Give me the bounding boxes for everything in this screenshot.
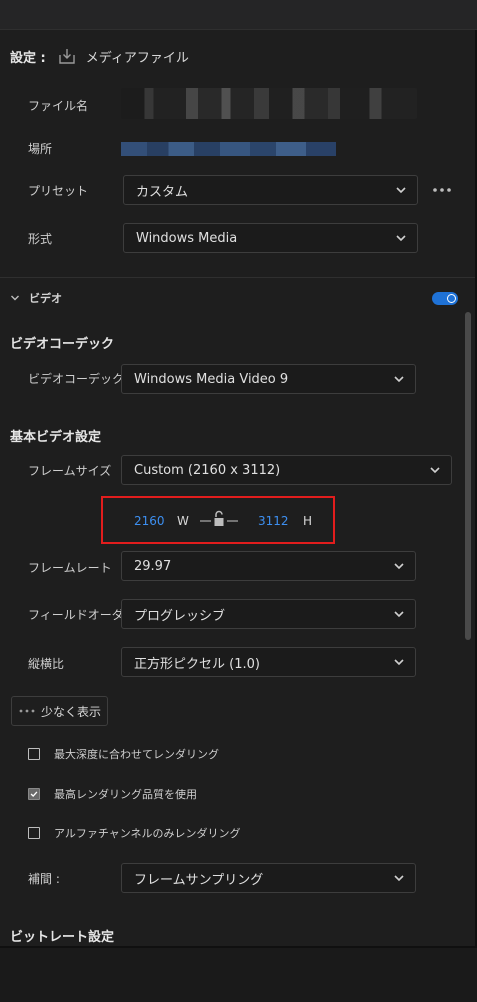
checkmark-icon [30, 791, 38, 798]
chevron-down-icon [394, 611, 404, 618]
preset-value: カスタム [136, 184, 189, 200]
chevron-down-icon [396, 235, 406, 242]
codec-label: ビデオコーデック [28, 372, 125, 386]
frame-rate-value: 29.97 [134, 558, 172, 574]
chevron-down-icon [396, 187, 406, 194]
format-label: 形式 [28, 232, 53, 246]
checkbox-max-quality[interactable]: 最高レンダリング品質を使用 [28, 786, 197, 802]
frame-size-value: Custom (2160 x 3112) [134, 462, 281, 478]
show-less-button[interactable]: 少なく表示 [11, 696, 108, 726]
divider [0, 277, 475, 278]
checkbox-label: 最高レンダリング品質を使用 [54, 788, 197, 801]
checkbox-label: 最大深度に合わせてレンダリング [54, 748, 219, 761]
chevron-down-icon [394, 563, 404, 570]
chevron-down-icon [11, 295, 19, 301]
chevron-down-icon [394, 659, 404, 666]
width-unit: W [177, 514, 189, 528]
width-input[interactable]: 2160 [134, 514, 165, 528]
chevron-down-icon [394, 376, 404, 383]
format-dropdown[interactable]: Windows Media [123, 223, 418, 253]
checkbox-max-depth[interactable]: 最大深度に合わせてレンダリング [28, 746, 219, 762]
preset-dropdown[interactable]: カスタム [123, 175, 418, 205]
field-order-label: フィールドオーダー [28, 608, 136, 622]
toggle-knob [447, 294, 456, 303]
frame-dimensions-highlight: 2160 W 3112 H [101, 496, 335, 544]
scrollbar-thumb[interactable] [465, 312, 471, 640]
field-order-value: プログレッシブ [134, 608, 226, 624]
more-options-icon[interactable] [432, 184, 452, 196]
frame-rate-dropdown[interactable]: 29.97 [121, 551, 416, 581]
height-input[interactable]: 3112 [258, 514, 289, 528]
bitrate-section-title: ビットレート設定 [10, 930, 115, 945]
frame-rate-label: フレームレート [28, 561, 112, 575]
format-value: Windows Media [136, 230, 238, 246]
video-section-label: ビデオ [29, 292, 62, 305]
location-link[interactable] [121, 142, 336, 156]
frame-size-label: フレームサイズ [28, 464, 112, 478]
location-label: 場所 [28, 142, 53, 156]
video-enable-toggle[interactable] [432, 292, 458, 305]
settings-label: 設定 : [10, 50, 46, 66]
aspect-label: 縦横比 [28, 657, 65, 671]
codec-dropdown[interactable]: Windows Media Video 9 [121, 364, 416, 394]
top-bar [0, 0, 477, 30]
export-settings-panel [0, 30, 477, 946]
file-name-field[interactable] [121, 88, 417, 119]
unlock-icon[interactable] [200, 509, 238, 529]
checkbox-label: アルファチャンネルのみレンダリング [54, 827, 241, 840]
codec-section-title: ビデオコーデック [10, 337, 115, 352]
chevron-down-icon [394, 875, 404, 882]
field-order-dropdown[interactable]: プログレッシブ [121, 599, 416, 629]
checkbox[interactable] [28, 788, 40, 800]
frame-size-dropdown[interactable]: Custom (2160 x 3112) [121, 455, 452, 485]
checkbox-alpha-only[interactable]: アルファチャンネルのみレンダリング [28, 825, 241, 841]
checkbox[interactable] [28, 748, 40, 760]
aspect-dropdown[interactable]: 正方形ピクセル (1.0) [121, 647, 416, 677]
settings-header: 設定 : メディアファイル [10, 46, 189, 66]
ellipsis-icon [19, 709, 35, 713]
checkbox[interactable] [28, 827, 40, 839]
basic-video-title: 基本ビデオ設定 [10, 430, 102, 445]
interpolation-dropdown[interactable]: フレームサンプリング [121, 863, 416, 893]
bottom-bar [0, 946, 477, 1002]
file-name-label: ファイル名 [28, 99, 89, 113]
chevron-down-icon [430, 467, 440, 474]
interpolation-label: 補間 : [28, 872, 60, 886]
video-section-header[interactable]: ビデオ [10, 290, 62, 306]
interpolation-value: フレームサンプリング [134, 872, 264, 888]
show-less-label: 少なく表示 [41, 704, 102, 719]
preset-label: プリセット [28, 184, 89, 198]
aspect-value: 正方形ピクセル (1.0) [134, 656, 260, 672]
output-type: メディアファイル [85, 50, 189, 66]
height-unit: H [303, 514, 313, 528]
codec-value: Windows Media Video 9 [134, 371, 289, 387]
export-icon [59, 49, 75, 64]
